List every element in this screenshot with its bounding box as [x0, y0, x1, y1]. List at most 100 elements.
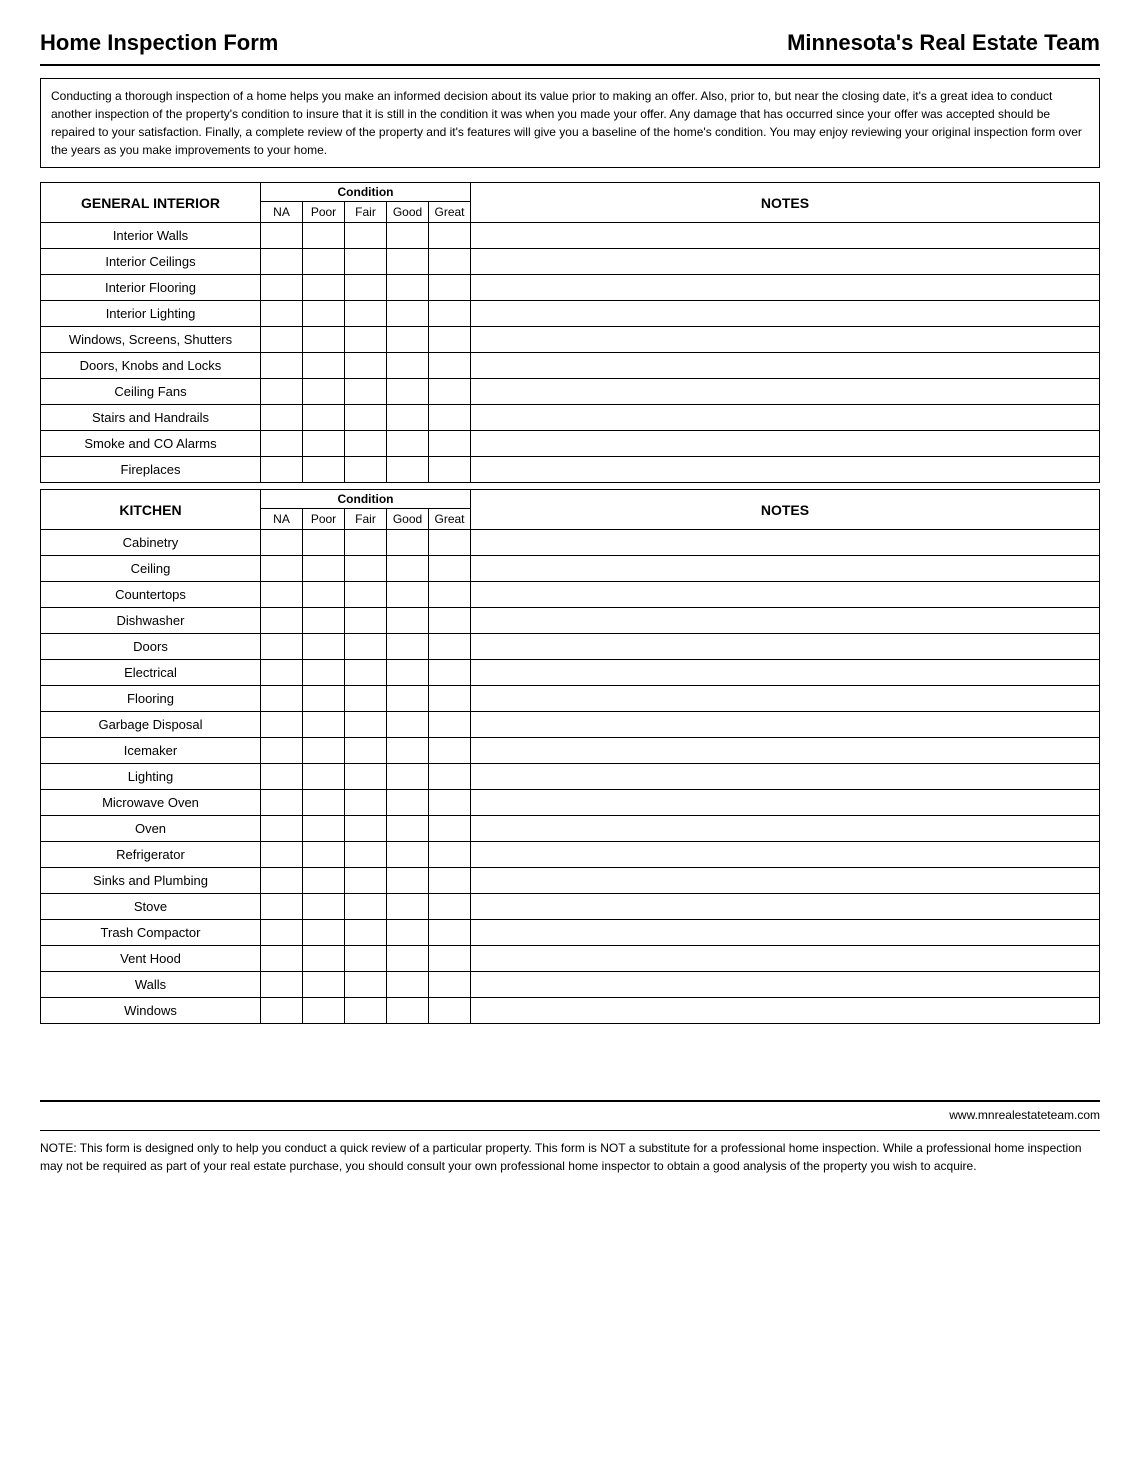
notes-field[interactable] — [471, 223, 1100, 249]
notes-field[interactable] — [471, 582, 1100, 608]
notes-field[interactable] — [471, 405, 1100, 431]
check-good[interactable] — [387, 816, 429, 842]
check-good[interactable] — [387, 353, 429, 379]
check-fair[interactable] — [345, 634, 387, 660]
notes-field[interactable] — [471, 972, 1100, 998]
check-fair[interactable] — [345, 920, 387, 946]
check-na[interactable] — [261, 738, 303, 764]
check-good[interactable] — [387, 790, 429, 816]
check-poor[interactable] — [303, 972, 345, 998]
check-good[interactable] — [387, 431, 429, 457]
check-good[interactable] — [387, 842, 429, 868]
check-poor[interactable] — [303, 249, 345, 275]
check-good[interactable] — [387, 608, 429, 634]
check-good[interactable] — [387, 379, 429, 405]
check-na[interactable] — [261, 790, 303, 816]
check-fair[interactable] — [345, 972, 387, 998]
check-great[interactable] — [429, 249, 471, 275]
check-fair[interactable] — [345, 379, 387, 405]
check-na[interactable] — [261, 405, 303, 431]
check-na[interactable] — [261, 972, 303, 998]
notes-field[interactable] — [471, 738, 1100, 764]
check-na[interactable] — [261, 379, 303, 405]
check-fair[interactable] — [345, 301, 387, 327]
check-poor[interactable] — [303, 920, 345, 946]
check-fair[interactable] — [345, 816, 387, 842]
check-good[interactable] — [387, 998, 429, 1024]
check-na[interactable] — [261, 301, 303, 327]
check-poor[interactable] — [303, 223, 345, 249]
notes-field[interactable] — [471, 530, 1100, 556]
check-great[interactable] — [429, 353, 471, 379]
check-good[interactable] — [387, 556, 429, 582]
check-great[interactable] — [429, 764, 471, 790]
check-poor[interactable] — [303, 379, 345, 405]
notes-field[interactable] — [471, 457, 1100, 483]
check-na[interactable] — [261, 556, 303, 582]
check-poor[interactable] — [303, 431, 345, 457]
check-great[interactable] — [429, 608, 471, 634]
check-great[interactable] — [429, 405, 471, 431]
check-good[interactable] — [387, 301, 429, 327]
check-great[interactable] — [429, 686, 471, 712]
check-great[interactable] — [429, 556, 471, 582]
check-great[interactable] — [429, 972, 471, 998]
check-good[interactable] — [387, 660, 429, 686]
check-great[interactable] — [429, 301, 471, 327]
check-good[interactable] — [387, 764, 429, 790]
check-na[interactable] — [261, 998, 303, 1024]
check-na[interactable] — [261, 712, 303, 738]
check-fair[interactable] — [345, 764, 387, 790]
check-fair[interactable] — [345, 249, 387, 275]
check-poor[interactable] — [303, 582, 345, 608]
check-great[interactable] — [429, 738, 471, 764]
check-good[interactable] — [387, 249, 429, 275]
check-great[interactable] — [429, 327, 471, 353]
check-poor[interactable] — [303, 530, 345, 556]
check-fair[interactable] — [345, 790, 387, 816]
check-poor[interactable] — [303, 301, 345, 327]
check-fair[interactable] — [345, 842, 387, 868]
check-fair[interactable] — [345, 998, 387, 1024]
notes-field[interactable] — [471, 894, 1100, 920]
check-na[interactable] — [261, 608, 303, 634]
check-fair[interactable] — [345, 275, 387, 301]
check-poor[interactable] — [303, 790, 345, 816]
check-poor[interactable] — [303, 764, 345, 790]
check-good[interactable] — [387, 894, 429, 920]
check-great[interactable] — [429, 275, 471, 301]
check-great[interactable] — [429, 998, 471, 1024]
check-great[interactable] — [429, 946, 471, 972]
check-great[interactable] — [429, 431, 471, 457]
check-na[interactable] — [261, 946, 303, 972]
check-good[interactable] — [387, 868, 429, 894]
check-good[interactable] — [387, 223, 429, 249]
notes-field[interactable] — [471, 842, 1100, 868]
check-fair[interactable] — [345, 738, 387, 764]
check-na[interactable] — [261, 431, 303, 457]
check-poor[interactable] — [303, 457, 345, 483]
check-na[interactable] — [261, 868, 303, 894]
check-good[interactable] — [387, 920, 429, 946]
check-fair[interactable] — [345, 556, 387, 582]
check-poor[interactable] — [303, 634, 345, 660]
notes-field[interactable] — [471, 249, 1100, 275]
check-great[interactable] — [429, 457, 471, 483]
check-fair[interactable] — [345, 712, 387, 738]
notes-field[interactable] — [471, 431, 1100, 457]
check-good[interactable] — [387, 738, 429, 764]
check-fair[interactable] — [345, 223, 387, 249]
notes-field[interactable] — [471, 686, 1100, 712]
check-poor[interactable] — [303, 712, 345, 738]
check-poor[interactable] — [303, 894, 345, 920]
check-good[interactable] — [387, 457, 429, 483]
check-poor[interactable] — [303, 660, 345, 686]
check-na[interactable] — [261, 660, 303, 686]
check-great[interactable] — [429, 582, 471, 608]
check-good[interactable] — [387, 634, 429, 660]
notes-field[interactable] — [471, 920, 1100, 946]
check-great[interactable] — [429, 379, 471, 405]
check-na[interactable] — [261, 634, 303, 660]
check-fair[interactable] — [345, 686, 387, 712]
check-na[interactable] — [261, 582, 303, 608]
